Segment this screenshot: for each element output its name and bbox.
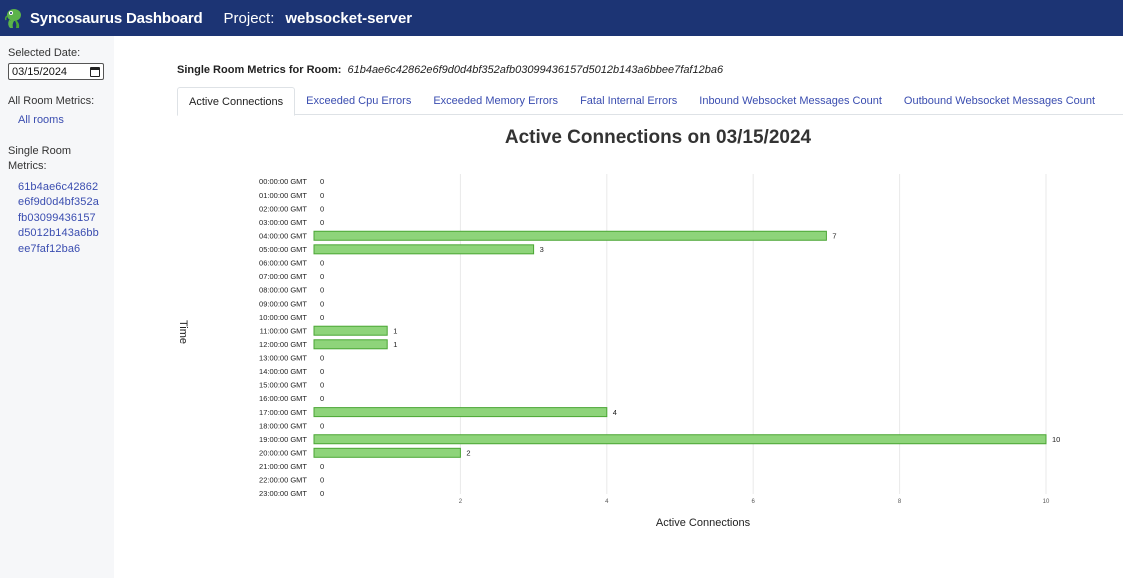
y-tick-label: 10:00:00 GMT — [259, 313, 307, 322]
chart-title: Active Connections on 03/15/2024 — [505, 127, 812, 148]
bar-value-label: 1 — [393, 340, 397, 349]
app-title: Syncosaurus Dashboard — [30, 9, 203, 27]
date-field[interactable]: 03/15/2024 — [8, 63, 104, 80]
bar[interactable] — [313, 325, 388, 336]
room-id-line: 61b4ae6c42862 — [18, 180, 99, 193]
room-id-line: d5012b143a6bb — [18, 227, 99, 239]
x-axis-label: Active Connections — [656, 517, 751, 529]
y-tick-label: 22:00:00 GMT — [259, 476, 307, 485]
y-tick-label: 12:00:00 GMT — [259, 340, 307, 349]
x-tick-label: 8 — [898, 499, 902, 505]
y-tick-label: 03:00:00 GMT — [259, 218, 307, 227]
room-id-line: ee7faf12ba6 — [18, 242, 81, 255]
y-tick-label: 04:00:00 GMT — [259, 231, 307, 240]
brand[interactable]: Syncosaurus Dashboard — [4, 7, 203, 29]
bar-value-label: 0 — [320, 177, 324, 186]
bar-value-label: 2 — [466, 449, 470, 458]
bar[interactable] — [313, 434, 1047, 445]
bar-value-label: 0 — [320, 367, 324, 376]
bar-value-label: 0 — [320, 421, 324, 430]
y-tick-label: 08:00:00 GMT — [259, 286, 307, 295]
y-tick-label: 07:00:00 GMT — [259, 272, 307, 281]
bar-value-label: 0 — [320, 204, 324, 213]
bar-value-label: 4 — [613, 408, 617, 417]
sidebar: Selected Date: 03/15/2024 All Room Metri… — [0, 36, 114, 578]
project-label: Project: — [223, 9, 275, 27]
bar-value-label: 0 — [320, 286, 324, 295]
bar-value-label: 0 — [320, 191, 324, 200]
y-axis-label: Time — [177, 320, 189, 344]
bar-value-label: 0 — [320, 313, 324, 322]
y-tick-label: 19:00:00 GMT — [259, 435, 307, 444]
bar-value-label: 0 — [320, 476, 324, 485]
room-id-line: e6f9d0d4bf352a — [18, 196, 99, 208]
dinosaur-icon — [4, 9, 21, 28]
bar[interactable] — [313, 230, 827, 241]
bar-value-label: 0 — [320, 462, 324, 471]
bar-value-label: 0 — [320, 218, 324, 227]
bar-value-label: 1 — [393, 326, 397, 335]
bar[interactable] — [313, 244, 535, 255]
y-tick-label: 21:00:00 GMT — [259, 462, 307, 471]
x-tick-label: 2 — [459, 499, 463, 505]
y-tick-label: 23:00:00 GMT — [259, 489, 307, 498]
y-tick-label: 17:00:00 GMT — [259, 408, 307, 417]
bar-value-label: 0 — [320, 272, 324, 281]
bar[interactable] — [313, 339, 388, 350]
y-tick-label: 13:00:00 GMT — [259, 354, 307, 363]
y-tick-label: 14:00:00 GMT — [259, 367, 307, 376]
top-navbar: Syncosaurus Dashboard Project: websocket… — [0, 0, 1123, 36]
x-tick-label: 6 — [752, 499, 756, 505]
bar-value-label: 0 — [320, 299, 324, 308]
main-content: Single Room Metrics for Room: 61b4ae6c42… — [114, 36, 1123, 578]
y-tick-label: 05:00:00 GMT — [259, 245, 307, 254]
y-tick-label: 01:00:00 GMT — [259, 191, 307, 200]
x-tick-label: 10 — [1043, 499, 1050, 505]
bar[interactable] — [313, 407, 608, 418]
y-tick-label: 11:00:00 GMT — [260, 326, 308, 335]
room-link[interactable]: 61b4ae6c42862 e6f9d0d4bf352a fb030994361… — [8, 180, 106, 258]
date-value: 03/15/2024 — [12, 65, 68, 78]
y-tick-label: 00:00:00 GMT — [259, 177, 307, 186]
calendar-icon[interactable] — [90, 66, 100, 77]
all-room-metrics-label: All Room Metrics: — [8, 95, 95, 107]
bar-value-label: 0 — [320, 394, 324, 403]
x-tick-label: 4 — [605, 499, 609, 505]
bar-value-label: 7 — [832, 231, 836, 240]
y-tick-label: 18:00:00 GMT — [259, 421, 307, 430]
bar-value-label: 10 — [1052, 435, 1060, 444]
selected-date-label: Selected Date: — [8, 47, 81, 59]
all-rooms-link[interactable]: All rooms — [8, 113, 106, 129]
bar-value-label: 0 — [320, 259, 324, 268]
project-name: websocket-server — [285, 9, 413, 27]
y-tick-label: 09:00:00 GMT — [259, 299, 307, 308]
bar-value-label: 0 — [320, 381, 324, 390]
bar-value-label: 0 — [320, 354, 324, 363]
y-tick-label: 20:00:00 GMT — [259, 449, 307, 458]
bar[interactable] — [313, 447, 461, 458]
single-room-metrics-label: Single Room Metrics: — [8, 144, 71, 172]
y-tick-label: 16:00:00 GMT — [259, 394, 307, 403]
y-tick-label: 02:00:00 GMT — [259, 204, 307, 213]
active-connections-chart: Active Connections on 03/15/2024 2 4 6 8 100… — [177, 127, 1060, 529]
y-tick-label: 06:00:00 GMT — [259, 259, 307, 268]
y-tick-label: 15:00:00 GMT — [259, 381, 307, 390]
room-id-line: fb03099436157 — [18, 211, 96, 224]
bar-value-label: 3 — [540, 245, 544, 254]
bar-value-label: 0 — [320, 489, 324, 498]
